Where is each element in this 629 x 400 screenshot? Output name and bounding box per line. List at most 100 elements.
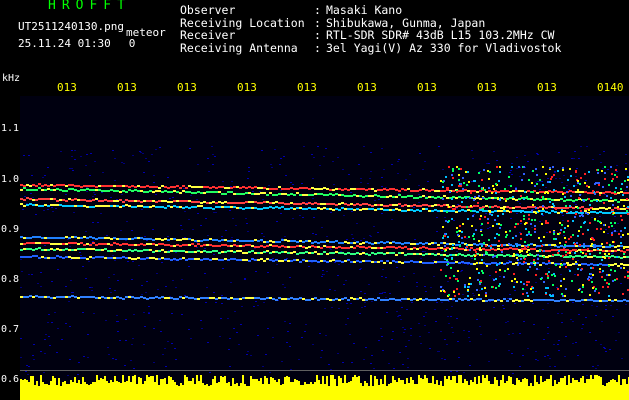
- signal-trace-segment: [83, 248, 86, 250]
- signal-trace-segment: [368, 260, 371, 262]
- noise-speck: [320, 357, 322, 358]
- noise-floor-bar: [422, 379, 424, 400]
- meteor-echo-dot: [481, 234, 483, 236]
- noise-speck: [555, 178, 557, 179]
- signal-trace-segment: [368, 208, 371, 210]
- signal-trace-segment: [236, 259, 239, 261]
- signal-trace-segment: [350, 261, 353, 263]
- signal-trace-segment: [50, 184, 53, 186]
- signal-trace-segment: [341, 207, 344, 209]
- meteor-echo-dot: [492, 256, 494, 258]
- signal-trace-segment: [266, 258, 269, 260]
- noise-speck: [493, 151, 495, 152]
- signal-trace-segment: [395, 204, 398, 206]
- signal-trace-segment: [176, 259, 179, 261]
- signal-trace-segment: [77, 237, 80, 239]
- meteor-echo-dot: [493, 188, 495, 190]
- signal-trace-segment: [206, 191, 209, 193]
- signal-trace-segment: [47, 257, 50, 259]
- meteor-echo-dot: [599, 221, 601, 223]
- signal-trace-segment: [431, 196, 434, 198]
- noise-floor-bar: [536, 382, 538, 400]
- signal-trace-segment: [365, 189, 368, 191]
- noise-floor-bar: [380, 379, 382, 400]
- signal-trace-segment: [395, 242, 398, 244]
- signal-trace-segment: [227, 191, 230, 193]
- noise-speck: [229, 366, 231, 367]
- noise-speck: [369, 178, 371, 179]
- meteor-echo-dot: [445, 176, 447, 178]
- noise-floor-bar: [574, 380, 576, 400]
- signal-trace-segment: [380, 241, 383, 243]
- meteor-echo-dot: [488, 187, 490, 189]
- signal-trace-segment: [299, 252, 302, 254]
- noise-floor-bar: [282, 384, 284, 400]
- meteor-echo-dot: [547, 222, 549, 224]
- signal-trace-segment: [443, 261, 446, 263]
- noise-speck: [212, 164, 214, 165]
- signal-trace-segment: [344, 208, 347, 210]
- noise-floor-bar: [242, 375, 244, 400]
- signal-trace-segment: [242, 240, 245, 242]
- signal-trace-segment: [104, 257, 107, 259]
- noise-speck: [330, 249, 332, 250]
- signal-trace-segment: [500, 254, 503, 256]
- meteor-echo-dot: [456, 166, 458, 168]
- noise-floor-bar: [468, 385, 470, 400]
- signal-trace-segment: [161, 200, 164, 202]
- noise-floor-bar: [426, 378, 428, 400]
- signal-trace-segment: [344, 195, 347, 197]
- noise-speck: [125, 340, 127, 341]
- noise-floor-bar: [90, 384, 92, 400]
- noise-speck: [625, 304, 627, 305]
- noise-speck: [265, 354, 267, 355]
- signal-trace-segment: [47, 185, 50, 187]
- signal-trace-segment: [467, 254, 470, 256]
- signal-trace-segment: [605, 191, 608, 193]
- signal-trace-segment: [365, 195, 368, 197]
- noise-speck: [33, 359, 35, 360]
- noise-speck: [20, 259, 22, 260]
- meteor-echo-dot: [478, 195, 480, 197]
- signal-trace-segment: [590, 250, 593, 252]
- signal-trace-segment: [335, 298, 338, 300]
- meteor-echo-dot: [557, 170, 559, 172]
- meteor-echo-dot: [550, 178, 552, 180]
- signal-trace-segment: [83, 236, 86, 238]
- noise-speck: [402, 327, 404, 328]
- meteor-echo-dot: [622, 234, 624, 236]
- noise-floor-bar: [228, 382, 230, 400]
- signal-trace-segment: [620, 208, 623, 210]
- signal-trace-segment: [164, 251, 167, 253]
- noise-floor-bar: [184, 375, 186, 400]
- noise-speck: [471, 181, 473, 182]
- noise-floor-bar: [524, 378, 526, 400]
- signal-trace-segment: [89, 185, 92, 187]
- noise-speck: [326, 236, 328, 237]
- meteor-echo-dot: [496, 223, 498, 225]
- signal-trace-segment: [89, 248, 92, 250]
- meteor-echo-dot: [466, 244, 468, 246]
- signal-trace-segment: [410, 299, 413, 301]
- signal-trace-segment: [179, 258, 182, 260]
- meteor-echo-dot: [495, 192, 497, 194]
- signal-trace-segment: [374, 190, 377, 192]
- noise-speck: [114, 158, 116, 159]
- signal-trace-segment: [128, 205, 131, 207]
- noise-floor-bar: [84, 382, 86, 400]
- noise-floor-bar: [134, 375, 136, 400]
- noise-speck: [469, 341, 471, 342]
- meteor-echo-dot: [553, 231, 555, 233]
- meteor-echo-dot: [582, 284, 584, 286]
- signal-trace-segment: [623, 299, 626, 301]
- noise-speck: [507, 298, 509, 299]
- signal-trace-segment: [62, 296, 65, 298]
- noise-floor-bar: [618, 375, 620, 400]
- meteor-echo-dot: [535, 212, 537, 214]
- noise-speck: [286, 342, 288, 343]
- noise-floor-bar: [612, 379, 614, 400]
- signal-trace-segment: [149, 190, 152, 192]
- noise-speck: [448, 323, 450, 324]
- meteor-echo-dot: [560, 285, 562, 287]
- signal-trace-segment: [557, 263, 560, 265]
